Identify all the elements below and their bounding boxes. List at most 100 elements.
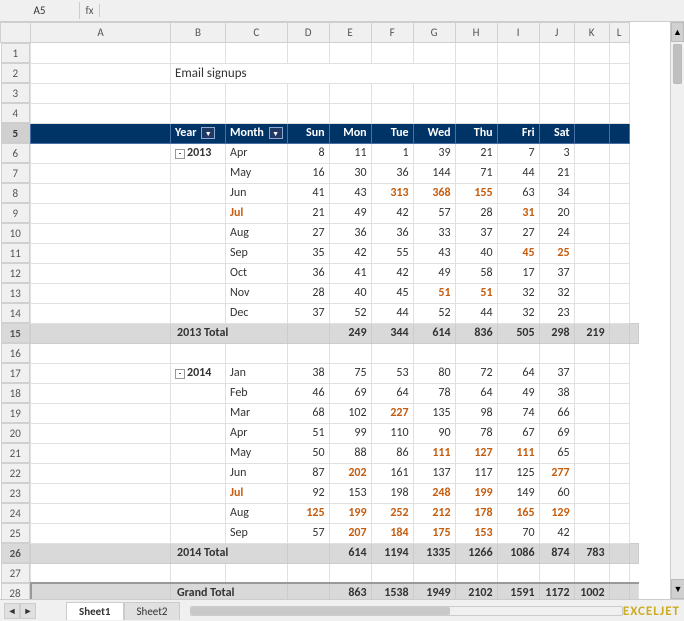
cell-I4[interactable] bbox=[497, 103, 539, 123]
cell-L19[interactable] bbox=[609, 403, 629, 423]
col-header-J[interactable]: J bbox=[539, 23, 574, 43]
cell-L7[interactable] bbox=[609, 163, 629, 183]
cell-A5[interactable] bbox=[31, 123, 171, 143]
cell-L14[interactable] bbox=[609, 303, 629, 323]
tab-sheet2[interactable]: Sheet2 bbox=[124, 602, 181, 620]
cell-B12[interactable] bbox=[171, 263, 226, 283]
cell-K7[interactable] bbox=[574, 163, 609, 183]
cell-H27[interactable] bbox=[455, 563, 497, 583]
cell-F16[interactable] bbox=[371, 343, 413, 363]
cell-K9[interactable] bbox=[574, 203, 609, 223]
cell-L13[interactable] bbox=[609, 283, 629, 303]
tab-scroll-right[interactable]: ► bbox=[20, 603, 36, 619]
cell-B1[interactable] bbox=[171, 43, 226, 64]
cell-A3[interactable] bbox=[31, 83, 171, 103]
cell-K25[interactable] bbox=[574, 523, 609, 543]
cell-D5-sun[interactable]: Sun bbox=[287, 123, 329, 143]
cell-E27[interactable] bbox=[329, 563, 371, 583]
cell-A14[interactable] bbox=[31, 303, 171, 323]
cell-L23[interactable] bbox=[609, 483, 629, 503]
cell-A8[interactable] bbox=[31, 183, 171, 203]
cell-L9[interactable] bbox=[609, 203, 629, 223]
cell-B8[interactable] bbox=[171, 183, 226, 203]
cell-H5-thu[interactable]: Thu bbox=[455, 123, 497, 143]
cell-J27[interactable] bbox=[539, 563, 574, 583]
cell-I1[interactable] bbox=[497, 43, 539, 64]
col-header-D[interactable]: D bbox=[287, 23, 329, 43]
cell-L20[interactable] bbox=[609, 423, 629, 443]
cell-G2[interactable] bbox=[609, 63, 629, 83]
cell-H4[interactable] bbox=[455, 103, 497, 123]
cell-K24[interactable] bbox=[574, 503, 609, 523]
col-header-B[interactable]: B bbox=[171, 23, 226, 43]
cell-L3[interactable] bbox=[609, 83, 629, 103]
cell-K8[interactable] bbox=[574, 183, 609, 203]
cell-A21[interactable] bbox=[31, 443, 171, 463]
cell-E4[interactable] bbox=[329, 103, 371, 123]
col-header-A[interactable]: A bbox=[31, 23, 171, 43]
cell-B24[interactable] bbox=[171, 503, 226, 523]
cell-L25[interactable] bbox=[609, 523, 629, 543]
cell-D3[interactable] bbox=[287, 83, 329, 103]
cell-A4[interactable] bbox=[31, 103, 171, 123]
cell-B16[interactable] bbox=[171, 343, 226, 363]
cell-E1[interactable] bbox=[329, 43, 371, 64]
cell-C3[interactable] bbox=[226, 83, 288, 103]
cell-H16[interactable] bbox=[455, 343, 497, 363]
cell-H3[interactable] bbox=[455, 83, 497, 103]
cell-C27[interactable] bbox=[226, 563, 288, 583]
cell-J16[interactable] bbox=[539, 343, 574, 363]
cell-K10[interactable] bbox=[574, 223, 609, 243]
cell-B22[interactable] bbox=[171, 463, 226, 483]
cell-A25[interactable] bbox=[31, 523, 171, 543]
collapse-icon-2013[interactable]: - bbox=[175, 149, 185, 159]
vertical-scrollbar[interactable]: ▲ ▼ bbox=[670, 22, 684, 599]
cell-D4[interactable] bbox=[287, 103, 329, 123]
cell-D2[interactable] bbox=[497, 63, 539, 83]
cell-K12[interactable] bbox=[574, 263, 609, 283]
cell-A11[interactable] bbox=[31, 243, 171, 263]
cell-A23[interactable] bbox=[31, 483, 171, 503]
cell-B18[interactable] bbox=[171, 383, 226, 403]
col-header-G[interactable]: G bbox=[413, 23, 455, 43]
cell-B13[interactable] bbox=[171, 283, 226, 303]
col-header-I[interactable]: I bbox=[497, 23, 539, 43]
cell-I16[interactable] bbox=[497, 343, 539, 363]
cell-J1[interactable] bbox=[539, 43, 574, 64]
cell-B11[interactable] bbox=[171, 243, 226, 263]
cell-A18[interactable] bbox=[31, 383, 171, 403]
col-header-E[interactable]: E bbox=[329, 23, 371, 43]
cell-J3[interactable] bbox=[539, 83, 574, 103]
cell-G1[interactable] bbox=[413, 43, 455, 64]
cell-K16[interactable] bbox=[574, 343, 609, 363]
cell-K3[interactable] bbox=[574, 83, 609, 103]
cell-K1[interactable] bbox=[574, 43, 609, 64]
cell-B9[interactable] bbox=[171, 203, 226, 223]
cell-C4[interactable] bbox=[226, 103, 288, 123]
cell-K14[interactable] bbox=[574, 303, 609, 323]
cell-A9[interactable] bbox=[31, 203, 171, 223]
cell-B23[interactable] bbox=[171, 483, 226, 503]
month-dropdown-icon[interactable]: ▼ bbox=[269, 127, 283, 139]
cell-B19[interactable] bbox=[171, 403, 226, 423]
cell-F3[interactable] bbox=[371, 83, 413, 103]
cell-F1[interactable] bbox=[371, 43, 413, 64]
cell-A7[interactable] bbox=[31, 163, 171, 183]
cell-L10[interactable] bbox=[609, 223, 629, 243]
cell-A20[interactable] bbox=[31, 423, 171, 443]
cell-L27[interactable] bbox=[609, 563, 629, 583]
cell-A10[interactable] bbox=[31, 223, 171, 243]
cell-E16[interactable] bbox=[329, 343, 371, 363]
cell-B10[interactable] bbox=[171, 223, 226, 243]
cell-B25[interactable] bbox=[171, 523, 226, 543]
cell-C16[interactable] bbox=[226, 343, 288, 363]
cell-A12[interactable] bbox=[31, 263, 171, 283]
cell-C2[interactable] bbox=[455, 63, 497, 83]
cell-H1[interactable] bbox=[455, 43, 497, 64]
cell-A6[interactable] bbox=[31, 143, 171, 163]
col-header-C[interactable]: C bbox=[226, 23, 288, 43]
cell-K18[interactable] bbox=[574, 383, 609, 403]
cell-G27[interactable] bbox=[413, 563, 455, 583]
cell-E2[interactable] bbox=[539, 63, 574, 83]
cell-I27[interactable] bbox=[497, 563, 539, 583]
